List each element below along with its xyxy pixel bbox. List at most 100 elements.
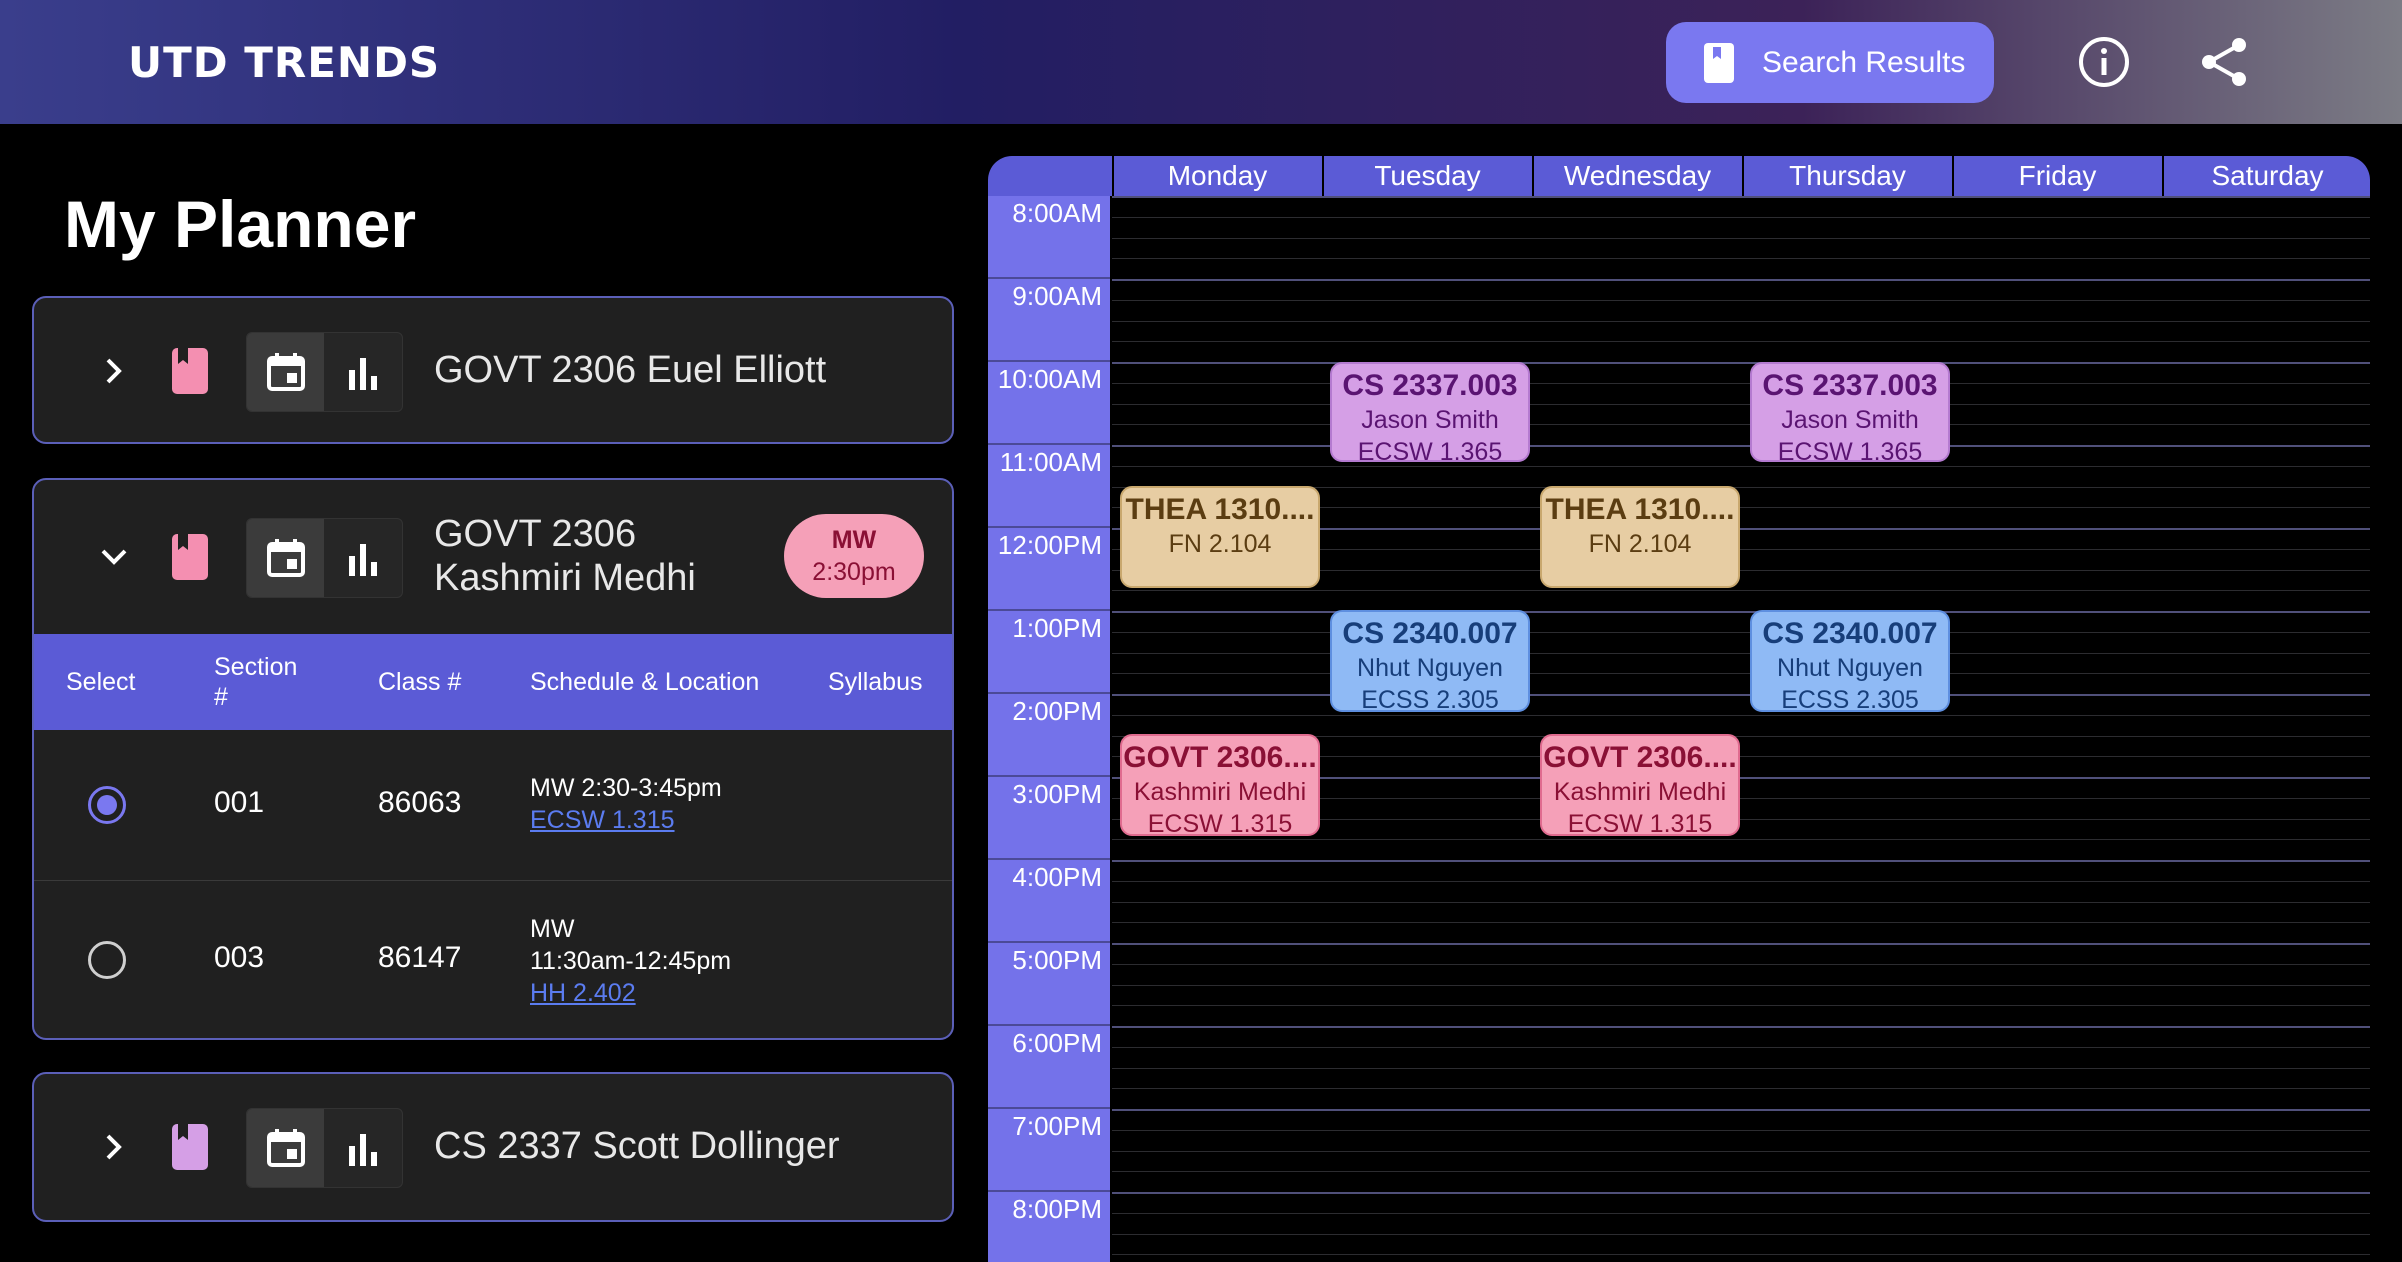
grid-line bbox=[1112, 881, 2370, 882]
view-toggle bbox=[246, 1108, 403, 1188]
event-title: GOVT 2306.... bbox=[1123, 741, 1317, 774]
calendar-icon bbox=[266, 353, 305, 391]
share-button[interactable] bbox=[2194, 32, 2254, 92]
grid-line bbox=[1112, 985, 2370, 986]
table-row[interactable]: 001 86063 MW 2:30-3:45pm ECSW 1.315 bbox=[34, 730, 952, 880]
calendar-view-button[interactable] bbox=[247, 519, 324, 597]
time-column: 8:00AM 9:00AM 10:00AM 11:00AM 12:00PM 1:… bbox=[988, 196, 1110, 1262]
grid-line bbox=[1112, 383, 2370, 384]
expand-button[interactable] bbox=[92, 1125, 136, 1169]
time-label: 12:00PM bbox=[997, 530, 1102, 560]
expand-button[interactable] bbox=[92, 349, 136, 393]
time-label: 6:00PM bbox=[1012, 1028, 1102, 1058]
table-row[interactable]: 003 86147 MW 11:30am-12:45pm HH 2.402 bbox=[34, 880, 952, 1038]
course-title[interactable]: GOVT 2306 Kashmiri Medhi bbox=[434, 512, 696, 600]
time-label: 10:00AM bbox=[997, 364, 1102, 394]
day-monday: Monday bbox=[1112, 156, 1321, 196]
grid-line bbox=[1112, 238, 2370, 239]
header-select: Select bbox=[66, 667, 136, 696]
day-thursday: Thursday bbox=[1742, 156, 1951, 196]
course-instructor: Kashmiri Medhi bbox=[434, 557, 696, 599]
grades-view-button[interactable] bbox=[324, 1109, 401, 1187]
event-instructor: Nhut Nguyen bbox=[1357, 654, 1503, 682]
schedule-cell: MW 2:30-3:45pm ECSW 1.315 bbox=[530, 772, 722, 836]
grid-line bbox=[1112, 279, 2370, 281]
grades-view-button[interactable] bbox=[324, 519, 401, 597]
calendar-day-header: Monday Tuesday Wednesday Thursday Friday… bbox=[988, 156, 2370, 196]
calendar-event[interactable]: CS 2337.003 Jason Smith ECSW 1.365 bbox=[1330, 362, 1530, 462]
event-location: ECSS 2.305 bbox=[1361, 686, 1499, 712]
time-label: 8:00AM bbox=[1012, 198, 1102, 228]
event-instructor: Nhut Nguyen bbox=[1777, 654, 1923, 682]
calendar-icon bbox=[266, 1129, 305, 1167]
info-button[interactable] bbox=[2074, 32, 2134, 92]
grid-line bbox=[1112, 1192, 2370, 1194]
calendar-event[interactable]: CS 2337.003 Jason Smith ECSW 1.365 bbox=[1750, 362, 1950, 462]
sections-table-header: Select Section # Class # Schedule & Loca… bbox=[34, 634, 952, 730]
calendar-icon bbox=[266, 539, 305, 577]
grid-line bbox=[1112, 943, 2370, 945]
time-label: 1:00PM bbox=[1012, 613, 1102, 643]
grid-line bbox=[1112, 1005, 2370, 1006]
badge-days: MW bbox=[831, 526, 877, 554]
schedule-cell: MW 11:30am-12:45pm HH 2.402 bbox=[530, 913, 731, 1009]
header-section: Section # bbox=[214, 653, 298, 711]
location-link[interactable]: ECSW 1.315 bbox=[530, 804, 722, 836]
grid-line bbox=[1112, 1047, 2370, 1048]
event-instructor: Jason Smith bbox=[1361, 406, 1499, 434]
section-number: 001 bbox=[214, 786, 265, 819]
event-title: THEA 1310.... bbox=[1125, 493, 1315, 526]
course-code: GOVT 2306 bbox=[434, 513, 637, 555]
calendar-event[interactable]: CS 2340.007 Nhut Nguyen ECSS 2.305 bbox=[1330, 610, 1530, 712]
collapse-button[interactable] bbox=[92, 535, 136, 579]
calendar-view-button[interactable] bbox=[247, 1109, 324, 1187]
grid-line bbox=[1112, 300, 2370, 301]
event-location: ECSW 1.365 bbox=[1357, 438, 1503, 462]
grid-line bbox=[1112, 1151, 2370, 1152]
grid-line bbox=[1112, 632, 2370, 633]
time-label: 4:00PM bbox=[1012, 862, 1102, 892]
day-wednesday: Wednesday bbox=[1532, 156, 1741, 196]
event-location: FN 2.104 bbox=[1588, 530, 1692, 558]
course-title[interactable]: GOVT 2306 Euel Elliott bbox=[434, 348, 826, 392]
calendar-event[interactable]: THEA 1310.... FN 2.104 bbox=[1540, 486, 1740, 588]
brand-logo[interactable]: UTD TRENDS bbox=[128, 38, 440, 87]
location-link[interactable]: HH 2.402 bbox=[530, 977, 731, 1009]
section-radio[interactable] bbox=[88, 786, 126, 824]
day-tuesday: Tuesday bbox=[1322, 156, 1531, 196]
calendar-event[interactable]: THEA 1310.... FN 2.104 bbox=[1120, 486, 1320, 588]
weekly-calendar: Monday Tuesday Wednesday Thursday Friday… bbox=[988, 156, 2370, 1262]
grid-line bbox=[1112, 1088, 2370, 1089]
grid-line bbox=[1112, 424, 2370, 425]
grades-view-button[interactable] bbox=[324, 333, 401, 411]
schedule-time: 11:30am-12:45pm bbox=[530, 947, 732, 975]
grid-line bbox=[1112, 1171, 2370, 1172]
section-radio[interactable] bbox=[88, 941, 126, 979]
bookmark-icon[interactable] bbox=[170, 1124, 210, 1170]
search-results-button[interactable]: Search Results bbox=[1666, 22, 1994, 103]
time-label: 7:00PM bbox=[1012, 1111, 1102, 1141]
course-title[interactable]: CS 2337 Scott Dollinger bbox=[434, 1124, 840, 1168]
view-toggle bbox=[246, 518, 403, 598]
time-label: 5:00PM bbox=[1012, 945, 1102, 975]
time-label: 11:00AM bbox=[999, 447, 1102, 477]
schedule-badge: MW 2:30pm bbox=[784, 514, 924, 598]
course-card-govt-medhi: GOVT 2306 Kashmiri Medhi MW 2:30pm Selec… bbox=[32, 478, 954, 1040]
bookmark-icon[interactable] bbox=[170, 348, 210, 394]
bar-chart-icon bbox=[348, 544, 377, 576]
grid-line bbox=[1112, 445, 2370, 447]
calendar-view-button[interactable] bbox=[247, 333, 324, 411]
calendar-event[interactable]: CS 2340.007 Nhut Nguyen ECSS 2.305 bbox=[1750, 610, 1950, 712]
day-friday: Friday bbox=[1952, 156, 2161, 196]
time-label: 9:00AM bbox=[1012, 281, 1102, 311]
header-syllabus: Syllabus bbox=[828, 667, 923, 696]
event-location: ECSW 1.315 bbox=[1147, 810, 1293, 836]
event-instructor: Jason Smith bbox=[1781, 406, 1919, 434]
bookmark-icon[interactable] bbox=[170, 534, 210, 580]
calendar-event[interactable]: GOVT 2306.... Kashmiri Medhi ECSW 1.315 bbox=[1540, 734, 1740, 836]
calendar-event[interactable]: GOVT 2306.... Kashmiri Medhi ECSW 1.315 bbox=[1120, 734, 1320, 836]
bar-chart-icon bbox=[348, 1134, 377, 1166]
event-title: CS 2340.007 bbox=[1342, 617, 1518, 650]
course-card-cs-dollinger: CS 2337 Scott Dollinger bbox=[32, 1072, 954, 1222]
event-title: CS 2337.003 bbox=[1342, 369, 1518, 402]
